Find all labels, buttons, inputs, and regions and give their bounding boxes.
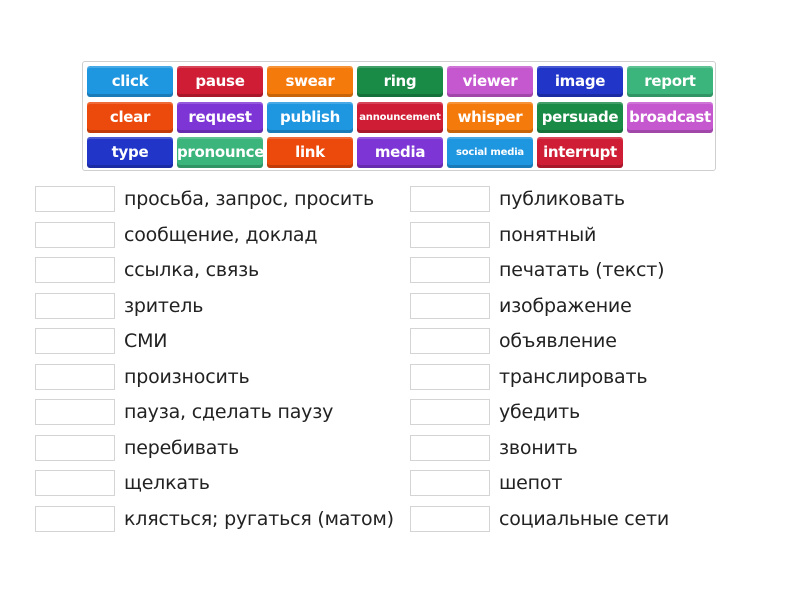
definition-label: звонить: [499, 436, 578, 459]
drop-slot[interactable]: [410, 470, 490, 496]
word-tile-ring[interactable]: ring: [357, 66, 443, 97]
word-tile-report[interactable]: report: [627, 66, 713, 97]
definition-label: произносить: [124, 365, 250, 388]
definition-label: щелкать: [124, 472, 210, 494]
drop-slot[interactable]: [35, 505, 115, 532]
word-tile-viewer[interactable]: viewer: [447, 66, 533, 97]
definition-label: публиковать: [499, 188, 625, 210]
word-tile-pronounce[interactable]: pronounce: [177, 137, 263, 168]
match-row: публиковать: [410, 185, 625, 213]
definition-label: пауза, сделать паузу: [124, 401, 334, 423]
word-tile-pause[interactable]: pause: [177, 66, 263, 97]
word-tile-broadcast[interactable]: broadcast: [627, 101, 713, 133]
drop-slot[interactable]: [410, 434, 490, 461]
drop-slot[interactable]: [35, 399, 115, 425]
drop-slot[interactable]: [35, 434, 115, 461]
match-row: СМИ: [35, 327, 167, 355]
word-tile-persuade[interactable]: persuade: [537, 101, 623, 133]
match-row: сообщение, доклад: [35, 221, 318, 249]
match-row: объявление: [410, 327, 617, 355]
match-row: пауза, сделать паузу: [35, 398, 333, 426]
match-row: щелкать: [35, 469, 210, 497]
match-row: звонить: [410, 434, 578, 462]
definition-label: изображение: [499, 294, 632, 317]
definition-label: сообщение, доклад: [124, 223, 318, 246]
drop-slot[interactable]: [410, 328, 490, 354]
definition-label: СМИ: [124, 330, 168, 352]
drop-slot[interactable]: [410, 399, 490, 425]
match-row: печатать (текст): [410, 256, 665, 284]
drop-slot[interactable]: [35, 292, 115, 319]
drop-slot[interactable]: [410, 186, 490, 212]
word-tile-link[interactable]: link: [267, 137, 353, 168]
match-row: социальные сети: [410, 505, 669, 533]
match-row: ссылка, связь: [35, 256, 259, 284]
drop-slot[interactable]: [35, 186, 115, 212]
drop-slot[interactable]: [410, 292, 490, 319]
drop-slot[interactable]: [410, 221, 490, 248]
word-tile-interrupt[interactable]: interrupt: [537, 137, 623, 168]
definition-label: перебивать: [124, 436, 240, 459]
word-tile-clear[interactable]: clear: [87, 101, 173, 133]
drop-slot[interactable]: [410, 363, 490, 390]
word-tile-whisper[interactable]: whisper: [447, 101, 533, 133]
word-tile-announcement[interactable]: announcement: [357, 101, 443, 133]
match-row: произносить: [35, 363, 250, 391]
definition-label: социальные сети: [499, 507, 670, 530]
definition-label: шепот: [499, 472, 563, 494]
definition-label: печатать (текст): [499, 259, 665, 281]
word-tile-image[interactable]: image: [537, 66, 623, 97]
word-tile-social-media[interactable]: social media: [447, 137, 533, 168]
word-tile-click[interactable]: click: [87, 66, 173, 97]
match-row: шепот: [410, 469, 562, 497]
match-row: изображение: [410, 292, 632, 320]
match-row: просьба, запрос, просить: [35, 185, 374, 213]
drop-slot[interactable]: [35, 257, 115, 283]
definition-label: транслировать: [499, 365, 648, 388]
word-tile-request[interactable]: request: [177, 101, 263, 133]
match-row: транслировать: [410, 363, 648, 391]
definition-label: ссылка, связь: [124, 259, 260, 281]
drop-slot[interactable]: [410, 257, 490, 283]
match-row: убедить: [410, 398, 580, 426]
definition-label: объявление: [499, 330, 617, 352]
drop-slot[interactable]: [35, 470, 115, 496]
definition-label: понятный: [499, 223, 597, 246]
definition-label: просьба, запрос, просить: [124, 188, 374, 210]
word-tile-media[interactable]: media: [357, 137, 443, 168]
match-row: клясться; ругаться (матом): [35, 505, 394, 533]
word-tile-publish[interactable]: publish: [267, 101, 353, 133]
word-tile-type[interactable]: type: [87, 137, 173, 168]
drop-slot[interactable]: [35, 363, 115, 390]
definition-label: клясться; ругаться (матом): [124, 507, 394, 530]
drop-slot[interactable]: [35, 328, 115, 354]
word-bank: click pause swear ring viewer image report clea…: [82, 61, 716, 171]
match-row: зритель: [35, 292, 203, 320]
definition-label: убедить: [499, 401, 581, 423]
match-row: понятный: [410, 221, 596, 249]
match-row: перебивать: [35, 434, 239, 462]
word-tile-swear[interactable]: swear: [267, 66, 353, 97]
definition-label: зритель: [124, 294, 204, 317]
drop-slot[interactable]: [35, 221, 115, 248]
drop-slot[interactable]: [410, 505, 490, 532]
